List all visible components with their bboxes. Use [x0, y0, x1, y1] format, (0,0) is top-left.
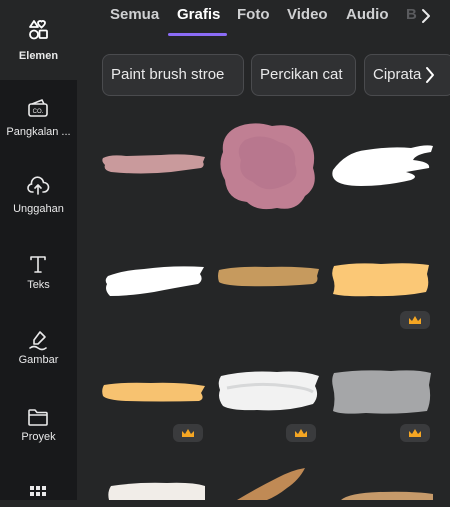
sidebar-item-draw[interactable]: Gambar	[0, 326, 77, 396]
chip-splash[interactable]: Ciprata	[364, 54, 450, 96]
tab-graphics[interactable]: Grafis	[177, 6, 220, 23]
brush-stroke-cream[interactable]	[107, 480, 207, 500]
brand-kit-icon: CO.	[28, 98, 48, 117]
sidebar-item-label: Gambar	[18, 354, 59, 366]
sidebar-item-label: Unggahan	[13, 203, 64, 215]
premium-badge[interactable]	[400, 424, 430, 442]
sidebar: Elemen CO. Pangkalan ... Unggahan Teks G…	[0, 0, 77, 500]
crown-icon	[182, 429, 194, 437]
sidebar-item-text[interactable]: Teks	[0, 250, 77, 320]
premium-badge[interactable]	[400, 311, 430, 329]
brush-stroke-yellow-2[interactable]	[101, 381, 207, 403]
sidebar-item-uploads[interactable]: Unggahan	[0, 172, 77, 242]
apps-grid-icon	[30, 486, 46, 496]
chip-paint-brush-stroke[interactable]: Paint brush stroe	[102, 54, 244, 96]
tab-more[interactable]: B	[406, 6, 417, 23]
svg-text:CO.: CO.	[33, 109, 44, 115]
chips-scroll-right-icon[interactable]	[424, 66, 436, 84]
category-tabs: Semua Grafis Foto Video Audio B	[77, 0, 450, 40]
brush-stroke-white-grey[interactable]	[217, 368, 321, 412]
premium-badge[interactable]	[286, 424, 316, 442]
brush-stroke-brown[interactable]	[237, 468, 307, 500]
brush-stroke-yellow-1[interactable]	[331, 262, 431, 298]
tab-all[interactable]: Semua	[110, 6, 159, 23]
brush-stroke-tan-2[interactable]	[339, 490, 435, 500]
brush-stroke-tan[interactable]	[217, 264, 321, 288]
crown-icon	[409, 429, 421, 437]
sidebar-item-elements[interactable]: Elemen	[0, 0, 77, 80]
sidebar-item-apps[interactable]	[0, 478, 77, 500]
paint-splash-pink[interactable]	[217, 120, 319, 212]
sidebar-item-label: Elemen	[18, 50, 59, 62]
sidebar-item-label: Pangkalan ...	[6, 126, 71, 138]
premium-badge[interactable]	[173, 424, 203, 442]
tabs-scroll-right-icon[interactable]	[420, 8, 432, 24]
active-tab-indicator	[168, 33, 227, 36]
brush-stroke-white-2[interactable]	[104, 262, 206, 298]
brush-stroke-pink[interactable]	[101, 150, 207, 180]
crown-icon	[295, 429, 307, 437]
tab-videos[interactable]: Video	[287, 6, 328, 23]
brush-stroke-white-1[interactable]	[331, 140, 435, 190]
elements-panel: Semua Grafis Foto Video Audio B Paint br…	[77, 0, 450, 500]
sidebar-item-brand[interactable]: CO. Pangkalan ...	[0, 90, 77, 160]
tab-audio[interactable]: Audio	[346, 6, 389, 23]
chip-paint-splatter[interactable]: Percikan cat	[251, 54, 356, 96]
sidebar-item-label: Proyek	[21, 431, 56, 443]
tab-photos[interactable]: Foto	[237, 6, 269, 23]
crown-icon	[409, 316, 421, 324]
text-icon	[30, 256, 46, 273]
upload-cloud-icon	[27, 176, 50, 195]
sidebar-item-projects[interactable]: Proyek	[0, 403, 77, 473]
draw-pen-icon	[29, 331, 47, 351]
sidebar-item-label: Teks	[27, 279, 50, 291]
brush-stroke-grey[interactable]	[331, 369, 433, 415]
elements-icon	[29, 20, 48, 40]
folder-icon	[28, 409, 48, 426]
